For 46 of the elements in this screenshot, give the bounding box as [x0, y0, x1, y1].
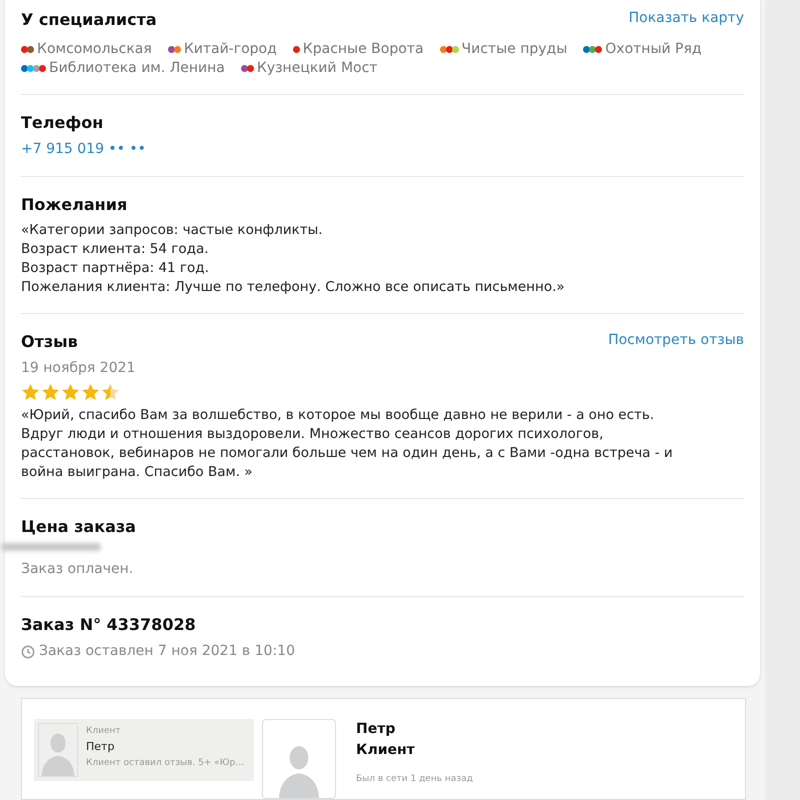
star-icon: [81, 383, 100, 402]
metro-dots-icon: [240, 65, 253, 72]
phone-link[interactable]: +7 915 019 •• ••: [21, 139, 744, 160]
wish-line: Возраст партнёра: 41 год.: [21, 259, 210, 278]
review-date: 19 ноября 2021: [21, 359, 136, 378]
blurred-price-icon: [1, 543, 101, 551]
metro-dots-icon: [21, 65, 45, 72]
payment-status: Заказ оплачен.: [21, 560, 134, 579]
metro-station: Китай-город: [184, 40, 277, 59]
wish-line: Пожелания клиента: Лучше по телефону. Сложно все описать письменно.»: [21, 278, 566, 297]
metro-station: Красные Ворота: [302, 40, 424, 59]
dialog-name: Петр: [86, 739, 116, 755]
metro-dots-icon: [583, 46, 602, 53]
avatar: [38, 723, 78, 777]
last-seen: Был в сети 1 день назад: [356, 773, 473, 786]
metro-station: Комсомольская: [37, 40, 152, 59]
section-title: У специалиста: [21, 9, 157, 31]
metro-station: Охотный Ряд: [605, 40, 702, 59]
show-map-link[interactable]: Показать карту: [628, 8, 744, 32]
metro-dots-icon: [292, 46, 299, 53]
metro-dots-icon: [21, 46, 33, 53]
profile-name: Петр: [356, 720, 396, 739]
star-icon: [61, 383, 80, 402]
section-title: Отзыв: [21, 331, 78, 353]
metro-dots-icon: [440, 46, 458, 53]
dialog-role: Клиент: [86, 725, 122, 738]
star-icon: [41, 383, 60, 402]
view-review-link[interactable]: Посмотреть отзыв: [608, 330, 744, 354]
section-title: Пожелания: [21, 194, 128, 216]
wish-line: «Категории запросов: частые конфликты.: [21, 221, 324, 240]
review-text: «Юрий, спасибо Вам за волшебство, в которое мы вообще давно не верили - а оно есть. Вдруг люди и отношения выздоровели. Множество сеансов дорогих психологов, расстановок, вебинаров не помогали больше чем на один день, а с Вами -одна встреча - и война выиграна. Спасибо Вам. »: [21, 406, 674, 482]
dialog-preview: Клиент оставил отзыв. 5+ «Юр…: [86, 757, 244, 770]
metro-station: Библиотека им. Ленина: [49, 59, 225, 78]
dialog-item[interactable]: Клиент Петр Клиент оставил отзыв. 5+ «Юр…: [34, 719, 254, 781]
star-icon: [21, 383, 40, 402]
clock-icon: [21, 644, 35, 658]
section-title: Телефон: [21, 112, 104, 134]
order-number: Заказ N° 43378028: [21, 614, 197, 636]
profile-role: Клиент: [356, 741, 416, 760]
wish-line: Возраст клиента: 54 года.: [21, 240, 210, 259]
metro-station: Кузнецкий Мост: [256, 59, 378, 78]
section-title: Цена заказа: [21, 516, 137, 538]
metro-dots-icon: [168, 46, 180, 53]
star-icon: [101, 383, 120, 402]
metro-station: Чистые пруды: [462, 40, 568, 59]
order-created: Заказ оставлен 7 ноя 2021 в 10:10: [39, 642, 295, 661]
